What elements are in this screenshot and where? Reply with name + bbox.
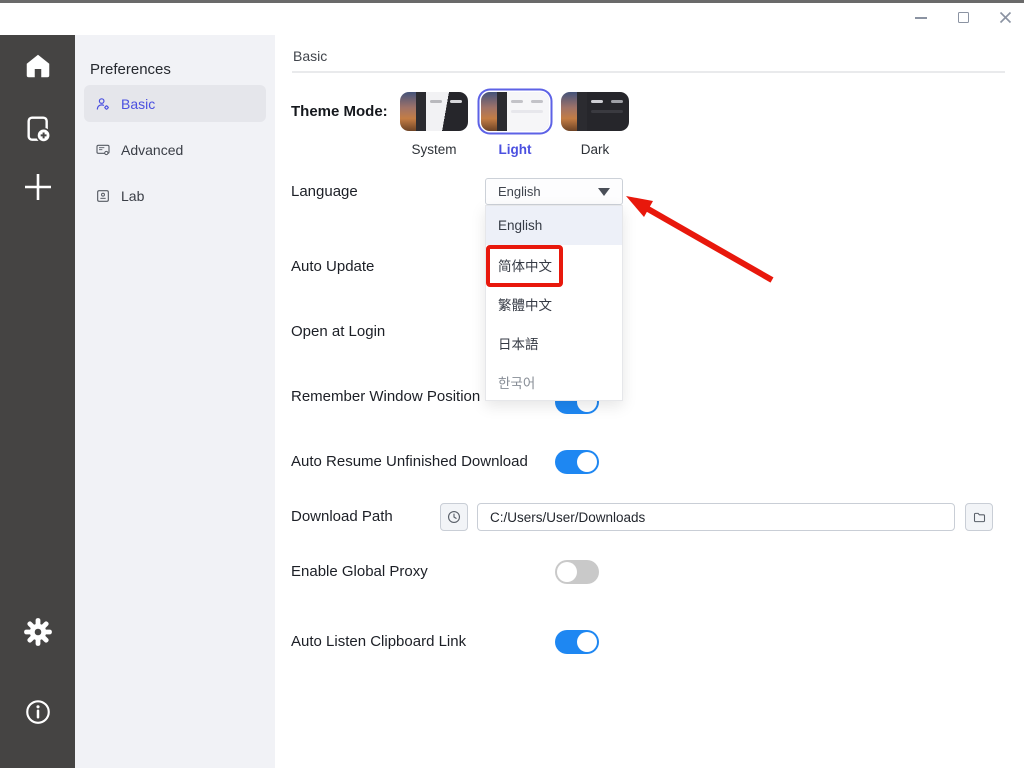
theme-thumb-sidebar [577, 92, 587, 131]
minimize-button[interactable] [914, 11, 928, 25]
language-option-japanese[interactable]: 日本語 [486, 324, 622, 363]
close-button[interactable] [998, 11, 1012, 25]
sidebar-item-label: Advanced [121, 142, 183, 158]
sidebar-item-basic[interactable]: Basic [84, 85, 266, 122]
language-option-traditional-chinese[interactable]: 繁體中文 [486, 284, 622, 323]
language-select[interactable]: English [485, 178, 623, 205]
nav-about-button[interactable] [0, 697, 75, 727]
section-title: Basic [293, 48, 327, 64]
auto-resume-toggle[interactable] [555, 450, 599, 474]
theme-thumb-content [507, 92, 549, 131]
theme-label-light[interactable]: Light [481, 142, 549, 157]
language-option-english[interactable]: English [486, 206, 622, 245]
theme-thumb-sidebar [497, 92, 507, 131]
theme-thumb-content [426, 92, 468, 131]
new-download-icon [22, 113, 54, 145]
theme-option-dark[interactable] [561, 92, 629, 131]
sidebar-item-label: Basic [121, 96, 155, 112]
nav-home-button[interactable] [0, 51, 75, 81]
settings-main: Basic Theme Mode: [275, 35, 1024, 768]
annotation-red-box [486, 245, 563, 287]
titlebar [0, 0, 1024, 35]
auto-resume-label: Auto Resume Unfinished Download [291, 451, 528, 473]
app-window: Preferences Basic Advanced [0, 0, 1024, 768]
auto-listen-clipboard-label: Auto Listen Clipboard Link [291, 631, 466, 653]
info-icon [23, 697, 53, 727]
toggle-knob [557, 562, 577, 582]
theme-thumb-photo [400, 92, 416, 131]
theme-thumb-photo [561, 92, 577, 131]
nav-new-download-button[interactable] [0, 113, 75, 145]
theme-option-light[interactable] [481, 92, 549, 131]
user-gear-icon [95, 96, 111, 112]
lab-box-icon [95, 188, 111, 204]
theme-label-system[interactable]: System [400, 142, 468, 157]
sidebar-item-label: Lab [121, 188, 144, 204]
browse-folder-button[interactable] [965, 503, 993, 531]
preferences-sidebar: Preferences Basic Advanced [75, 35, 275, 768]
preferences-title: Preferences [90, 61, 171, 78]
theme-thumb-photo [481, 92, 497, 131]
history-clock-icon [446, 509, 462, 525]
minimize-icon [915, 17, 927, 19]
language-option-korean[interactable]: 한국어 [486, 363, 622, 402]
theme-option-system[interactable] [400, 92, 468, 131]
theme-thumb-content [587, 92, 629, 131]
nav-rail [0, 35, 75, 768]
language-label: Language [291, 181, 358, 203]
download-history-button[interactable] [440, 503, 468, 531]
theme-mode-label: Theme Mode: [291, 101, 388, 123]
settings-gear-icon [23, 617, 53, 647]
remember-window-position-label: Remember Window Position [291, 386, 480, 408]
plus-icon [21, 170, 55, 204]
close-icon [999, 11, 1012, 24]
language-dropdown: English 简体中文 繁體中文 日本語 한국어 [485, 205, 623, 401]
sidebar-item-lab[interactable]: Lab [84, 177, 266, 214]
nav-settings-button[interactable] [0, 617, 75, 647]
browse-folder-icon [972, 510, 987, 525]
section-divider [292, 71, 1005, 73]
sidebar-item-advanced[interactable]: Advanced [84, 131, 266, 168]
window-top-edge [0, 0, 1024, 3]
home-icon [23, 51, 53, 81]
toggle-knob [577, 632, 597, 652]
enable-global-proxy-toggle[interactable] [555, 560, 599, 584]
download-path-label: Download Path [291, 506, 393, 528]
theme-thumb-sidebar [416, 92, 426, 131]
download-path-input[interactable] [477, 503, 955, 531]
chevron-down-icon [598, 188, 610, 196]
auto-listen-clipboard-toggle[interactable] [555, 630, 599, 654]
enable-global-proxy-label: Enable Global Proxy [291, 561, 428, 583]
language-select-value: English [498, 184, 598, 199]
window-controls [914, 0, 1012, 35]
theme-label-dark[interactable]: Dark [561, 142, 629, 157]
maximize-button[interactable] [956, 11, 970, 25]
toggle-knob [577, 452, 597, 472]
open-at-login-label: Open at Login [291, 321, 385, 343]
nav-add-button[interactable] [0, 170, 75, 204]
maximize-icon [958, 12, 969, 23]
panel-gear-icon [95, 142, 111, 158]
auto-update-label: Auto Update [291, 256, 374, 278]
